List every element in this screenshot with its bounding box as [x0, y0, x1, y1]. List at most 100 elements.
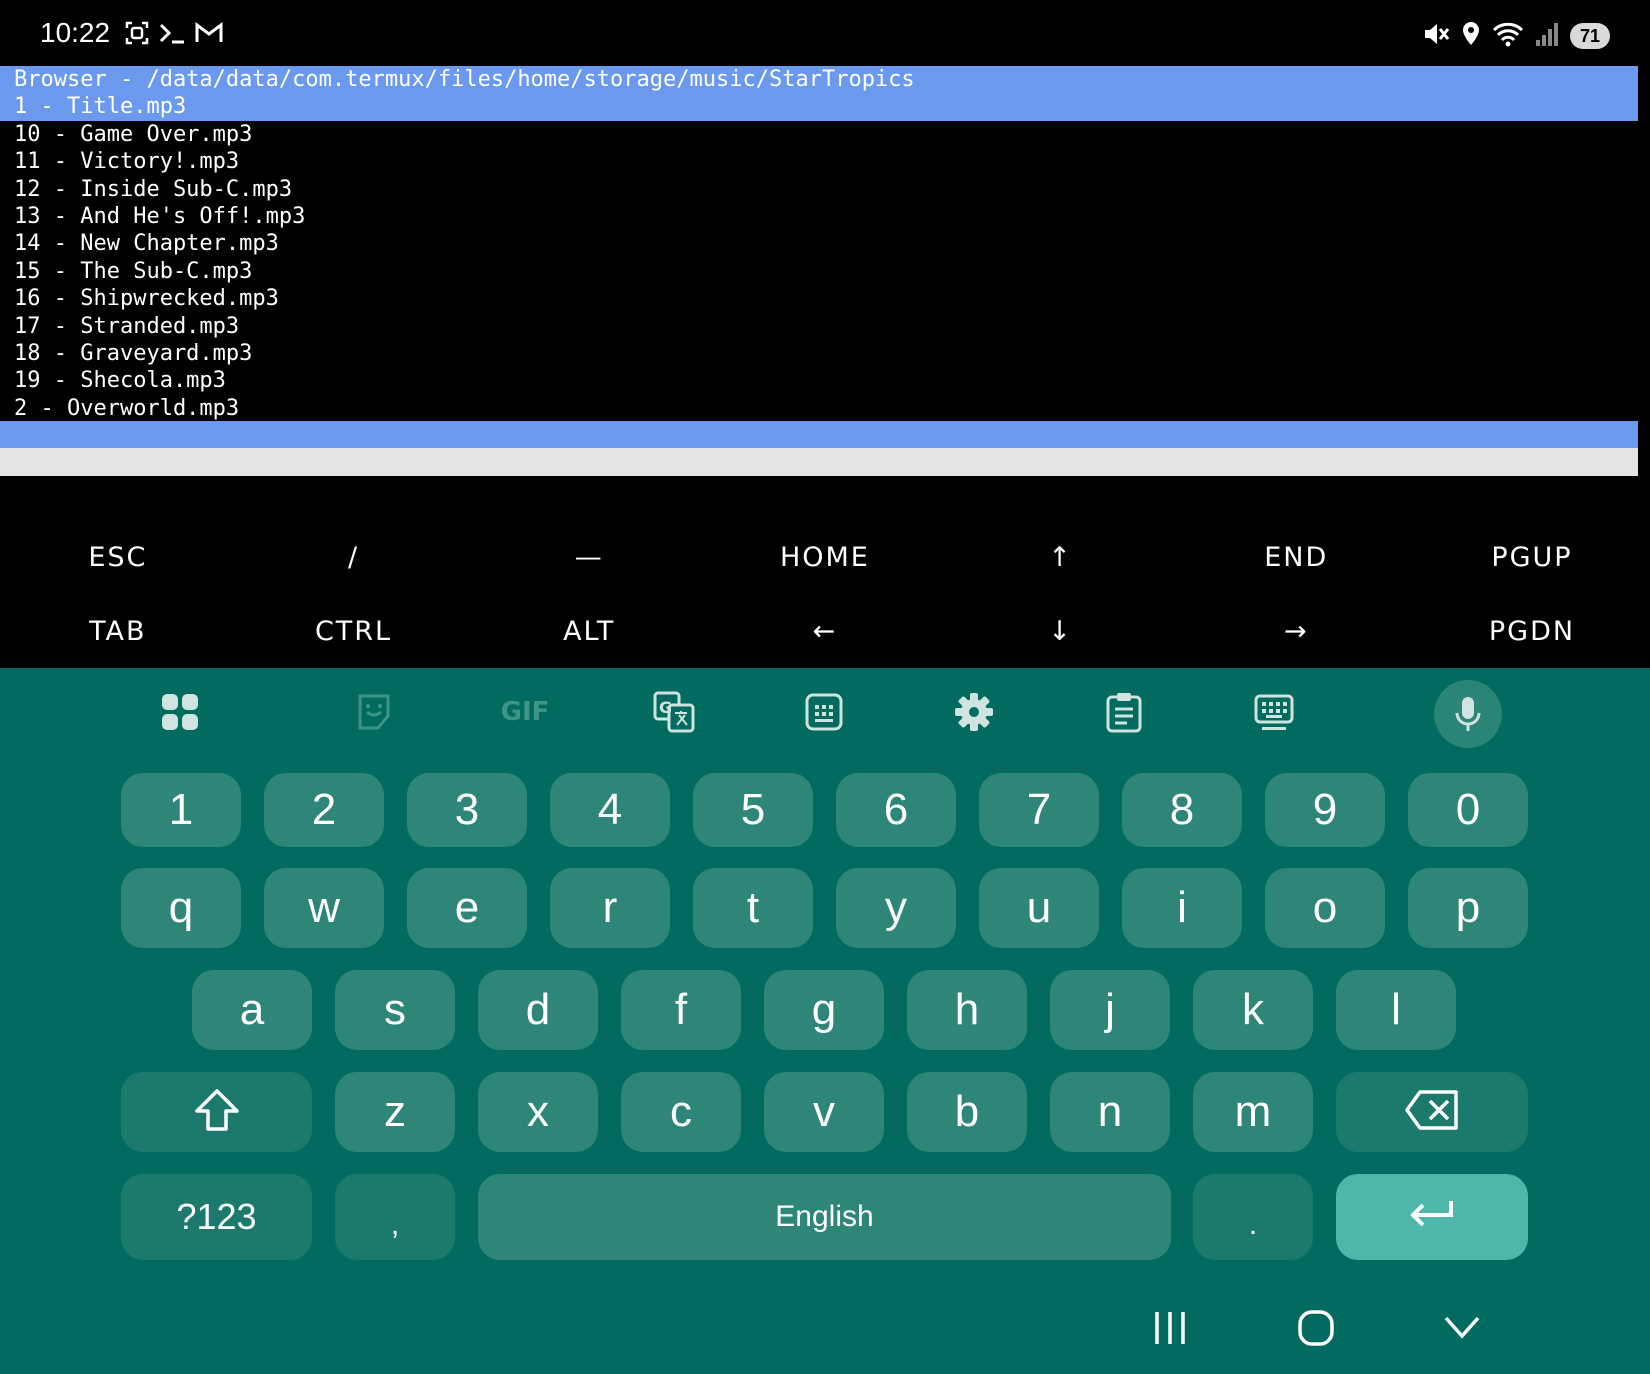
key-t[interactable]: t: [693, 868, 813, 948]
gif-icon[interactable]: GIF: [498, 690, 552, 734]
dash-key[interactable]: —: [471, 542, 707, 573]
comma-key[interactable]: ,: [335, 1174, 455, 1260]
keyboard-icon[interactable]: [1252, 690, 1296, 734]
key-8[interactable]: 8: [1122, 773, 1242, 847]
key-1[interactable]: 1: [121, 773, 241, 847]
location-icon: [1460, 20, 1482, 52]
key-q[interactable]: q: [121, 868, 241, 948]
player-status-line: . 00:00 album from sorted library | 100%…: [0, 448, 1638, 530]
key-r[interactable]: r: [550, 868, 670, 948]
key-b[interactable]: b: [907, 1072, 1027, 1152]
slash-key[interactable]: /: [236, 542, 472, 573]
track-item[interactable]: 10 - Game Over.mp3: [0, 121, 1650, 148]
key-9[interactable]: 9: [1265, 773, 1385, 847]
key-7[interactable]: 7: [979, 773, 1099, 847]
key-z[interactable]: z: [335, 1072, 455, 1152]
key-l[interactable]: l: [1336, 970, 1456, 1050]
soft-keyboard: GIF G 1 2 3 4 5 6 7 8 9 0 q w e r t y u …: [0, 668, 1650, 1374]
space-bar[interactable]: English: [478, 1174, 1171, 1260]
key-w[interactable]: w: [264, 868, 384, 948]
selected-track[interactable]: 1 - Title.mp3: [0, 93, 1638, 121]
alt-key[interactable]: ALT: [471, 616, 707, 647]
right-arrow-key[interactable]: →: [1178, 616, 1414, 647]
shift-key[interactable]: [121, 1072, 312, 1152]
enter-icon: [1407, 1197, 1457, 1238]
track-item[interactable]: 16 - Shipwrecked.mp3: [0, 285, 1650, 312]
terminal-view[interactable]: Browser - /data/data/com.termux/files/ho…: [0, 66, 1650, 422]
key-0[interactable]: 0: [1408, 773, 1528, 847]
keypad-icon[interactable]: [802, 690, 846, 734]
gif-label: GIF: [500, 697, 550, 727]
key-s[interactable]: s: [335, 970, 455, 1050]
home-icon[interactable]: [1296, 1308, 1336, 1352]
key-5[interactable]: 5: [693, 773, 813, 847]
key-j[interactable]: j: [1050, 970, 1170, 1050]
key-h[interactable]: h: [907, 970, 1027, 1050]
track-item[interactable]: 13 - And He's Off!.mp3: [0, 203, 1650, 230]
home-key[interactable]: HOME: [707, 542, 943, 573]
key-2[interactable]: 2: [264, 773, 384, 847]
recent-apps-icon[interactable]: [1152, 1308, 1188, 1352]
settings-icon[interactable]: [952, 690, 996, 734]
sticker-icon[interactable]: [352, 690, 396, 734]
apps-grid-icon[interactable]: [158, 690, 202, 734]
period-label: .: [1248, 1208, 1258, 1241]
key-c[interactable]: c: [621, 1072, 741, 1152]
translate-icon[interactable]: G: [652, 690, 696, 734]
key-x[interactable]: x: [478, 1072, 598, 1152]
wifi-icon: [1492, 20, 1524, 52]
key-u[interactable]: u: [979, 868, 1099, 948]
shift-icon: [193, 1087, 241, 1138]
track-item[interactable]: 14 - New Chapter.mp3: [0, 230, 1650, 257]
key-6[interactable]: 6: [836, 773, 956, 847]
key-d[interactable]: d: [478, 970, 598, 1050]
symbols-key[interactable]: ?123: [121, 1174, 312, 1260]
key-y[interactable]: y: [836, 868, 956, 948]
key-g[interactable]: g: [764, 970, 884, 1050]
track-item[interactable]: 18 - Graveyard.mp3: [0, 340, 1650, 367]
track-item[interactable]: 19 - Shecola.mp3: [0, 367, 1650, 394]
track-item[interactable]: 2 - Overworld.mp3: [0, 395, 1650, 422]
backspace-key[interactable]: [1336, 1072, 1528, 1152]
track-item[interactable]: 12 - Inside Sub-C.mp3: [0, 176, 1650, 203]
clipboard-icon[interactable]: [1102, 690, 1146, 734]
navigation-bar: [0, 1290, 1650, 1374]
hide-keyboard-icon[interactable]: [1442, 1310, 1482, 1350]
key-v[interactable]: v: [764, 1072, 884, 1152]
enter-key[interactable]: [1336, 1174, 1528, 1260]
svg-text:G: G: [659, 698, 672, 717]
status-bar: 10:22 71: [0, 0, 1650, 70]
key-e[interactable]: e: [407, 868, 527, 948]
voice-input-button[interactable]: [1434, 680, 1502, 748]
pgup-key[interactable]: PGUP: [1414, 542, 1650, 573]
terminal-icon: [158, 20, 186, 50]
terminal-separator-bar: [0, 421, 1638, 448]
key-4[interactable]: 4: [550, 773, 670, 847]
pgdn-key[interactable]: PGDN: [1414, 616, 1650, 647]
track-item[interactable]: 11 - Victory!.mp3: [0, 148, 1650, 175]
key-n[interactable]: n: [1050, 1072, 1170, 1152]
signal-icon: [1534, 20, 1560, 52]
esc-key[interactable]: ESC: [0, 542, 236, 573]
key-o[interactable]: o: [1265, 868, 1385, 948]
period-key[interactable]: .: [1193, 1174, 1313, 1260]
key-p[interactable]: p: [1408, 868, 1528, 948]
tab-key[interactable]: TAB: [0, 616, 236, 647]
key-k[interactable]: k: [1193, 970, 1313, 1050]
up-arrow-key[interactable]: ↑: [943, 542, 1179, 573]
key-a[interactable]: a: [192, 970, 312, 1050]
key-f[interactable]: f: [621, 970, 741, 1050]
key-m[interactable]: m: [1193, 1072, 1313, 1152]
screenshot-icon: [124, 20, 150, 50]
down-arrow-key[interactable]: ↓: [943, 616, 1179, 647]
track-item[interactable]: 15 - The Sub-C.mp3: [0, 258, 1650, 285]
key-3[interactable]: 3: [407, 773, 527, 847]
left-arrow-key[interactable]: ←: [707, 616, 943, 647]
track-item[interactable]: 17 - Stranded.mp3: [0, 313, 1650, 340]
playback-time: . 00:00: [14, 478, 103, 502]
microphone-icon: [1446, 692, 1490, 736]
key-i[interactable]: i: [1122, 868, 1242, 948]
end-key[interactable]: END: [1178, 542, 1414, 573]
comma-label: ,: [390, 1208, 400, 1241]
ctrl-key[interactable]: CTRL: [236, 616, 472, 647]
